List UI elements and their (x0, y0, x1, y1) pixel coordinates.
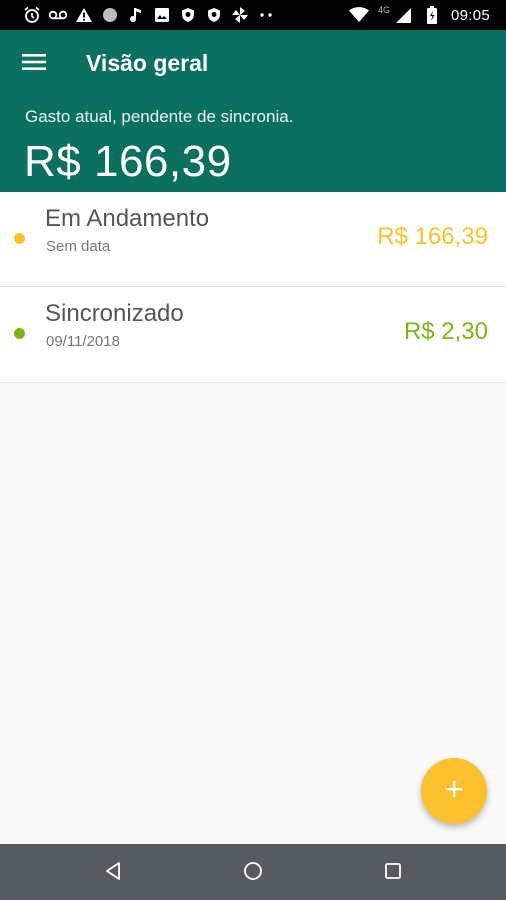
status-dot (14, 328, 25, 339)
summary-label: Gasto atual, pendente de sincronia. (25, 107, 294, 126)
page-title: Visão geral (86, 50, 209, 76)
home-icon (243, 861, 263, 886)
home-button[interactable] (238, 858, 268, 888)
list-item-in-progress[interactable]: Em Andamento Sem data R$ 166,39 (0, 192, 506, 287)
circle-icon (100, 5, 120, 25)
status-bar-system: 4G 09:05 (348, 5, 490, 25)
entry-title: Sincronizado (45, 300, 184, 327)
app-bar: Visão geral (0, 30, 506, 97)
add-button[interactable] (421, 758, 487, 824)
status-dot (14, 233, 25, 244)
entry-amount: R$ 166,39 (377, 223, 488, 250)
battery-icon (422, 5, 442, 25)
voicemail-icon (48, 5, 68, 25)
entry-date: Sem data (46, 238, 111, 255)
back-button[interactable] (98, 858, 128, 888)
plus-icon (444, 779, 464, 804)
alarm-icon (22, 5, 42, 25)
image-icon (152, 5, 172, 25)
signal-icon (393, 5, 413, 25)
music-note-icon (126, 5, 146, 25)
entries-list: Em Andamento Sem data R$ 166,39 Sincroni… (0, 192, 506, 383)
more-dots-icon (256, 5, 276, 25)
warning-icon (74, 5, 94, 25)
menu-button[interactable] (14, 46, 54, 82)
navigation-bar (0, 844, 506, 900)
entry-date: 09/11/2018 (46, 333, 120, 350)
network-type-label: 4G (377, 5, 390, 15)
back-icon (104, 861, 122, 886)
entry-title: Em Andamento (45, 205, 210, 232)
menu-icon (22, 53, 46, 76)
wifi-icon (348, 5, 369, 25)
summary-amount: R$ 166,39 (24, 137, 232, 186)
shield-icon (204, 5, 224, 25)
status-bar: 4G 09:05 (0, 0, 506, 30)
shield-icon (178, 5, 198, 25)
list-item-synced[interactable]: Sincronizado 09/11/2018 R$ 2,30 (0, 287, 506, 383)
spending-summary: Gasto atual, pendente de sincronia. R$ 1… (0, 97, 506, 192)
status-bar-notifications (22, 5, 276, 25)
pinwheel-icon (230, 5, 250, 25)
entry-amount: R$ 2,30 (403, 318, 488, 345)
recents-button[interactable] (378, 858, 408, 888)
status-bar-time: 09:05 (450, 6, 490, 24)
recents-icon (384, 862, 402, 885)
